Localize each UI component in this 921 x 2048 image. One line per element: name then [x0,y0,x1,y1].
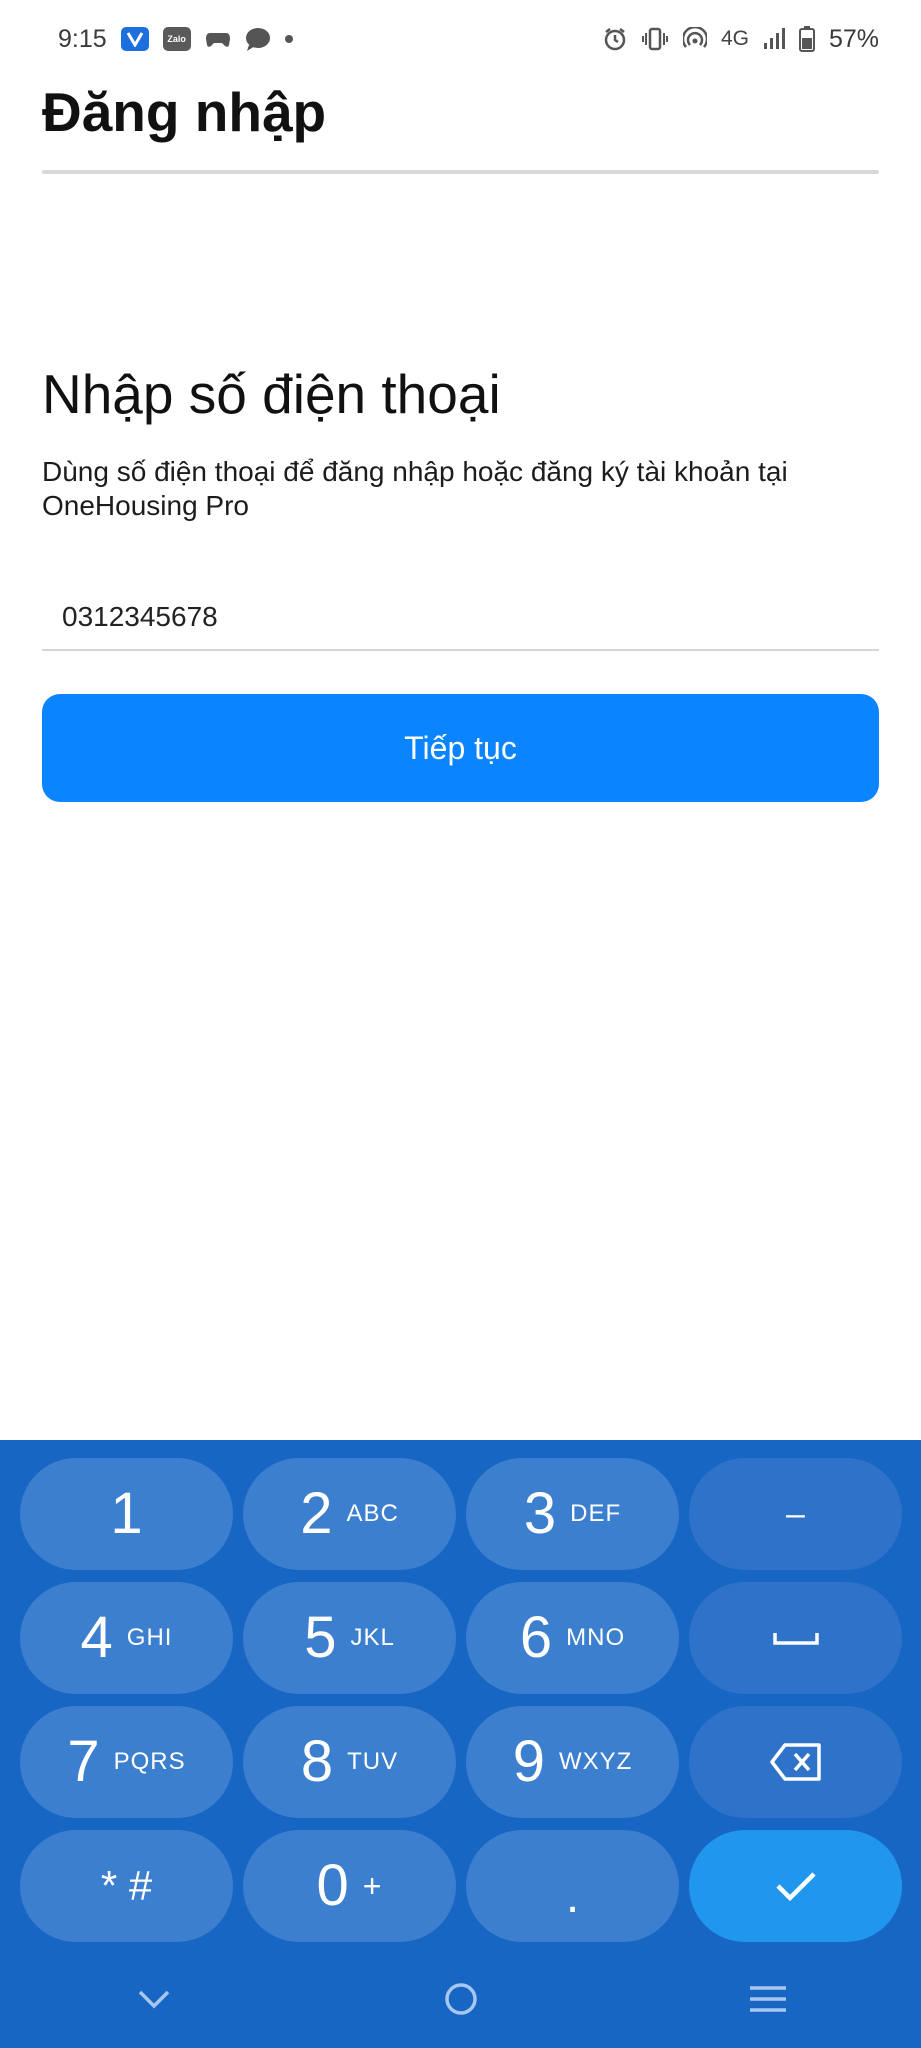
continue-button[interactable]: Tiếp tục [42,694,879,802]
key-3[interactable]: 3 DEF [466,1458,679,1570]
key-1[interactable]: 1 [20,1458,233,1570]
key-letters: JKL [350,1624,395,1651]
hotspot-icon [682,27,707,51]
system-nav-bar [0,1950,921,2048]
key-digit: 2 [300,1481,333,1546]
nav-recents-button[interactable] [728,1969,808,2029]
vibrate-icon [641,27,669,51]
key-digit: 3 [523,1481,557,1546]
key-digit: 0 [316,1853,349,1918]
key-0[interactable]: 0 + [243,1830,456,1942]
key-digit: 4 [80,1605,113,1670]
key-period[interactable]: . [466,1830,679,1942]
key-letters: DEF [570,1500,622,1527]
section-title: Nhập số điện thoại [42,363,501,425]
messages-icon [245,27,271,51]
key-letters: GHI [126,1624,173,1651]
key-9[interactable]: 9 WXYZ [466,1706,679,1818]
alarm-icon [603,27,627,51]
key-8[interactable]: 8 TUV [243,1706,456,1818]
zalo-icon: Zalo [162,27,191,51]
description-text: Dùng số điện thoại để đăng nhập hoặc đăn… [42,456,788,521]
space-icon [772,1633,819,1645]
key-star-hash[interactable]: * # [20,1830,233,1942]
game-controller-icon [205,29,231,49]
network-type: 4G [720,27,749,50]
key-2[interactable]: 2 ABC [243,1458,456,1570]
checkmark-icon [775,1872,816,1902]
key-period-glyph: . [565,1870,580,1923]
status-bar-right: 4G 57% [603,25,879,54]
key-symbols: * # [100,1862,153,1909]
key-letters: ABC [346,1500,399,1527]
key-letters: + [362,1867,383,1904]
key-digit: 6 [519,1605,553,1670]
key-letters: WXYZ [558,1748,633,1775]
backspace-icon [769,1743,821,1781]
key-7[interactable]: 7 PQRS [20,1706,233,1818]
key-digit: 8 [300,1729,334,1794]
dot-icon [284,35,293,43]
nav-home-button[interactable] [421,1969,501,2029]
battery-percent: 57% [828,24,879,53]
battery-icon [798,26,815,52]
home-circle-icon [444,1983,477,2015]
key-digit: 5 [304,1605,337,1670]
key-digit: 7 [67,1729,100,1794]
vietcombank-icon [120,27,149,51]
phone-number-input[interactable] [42,585,879,651]
header-divider [42,170,879,174]
done-key[interactable] [689,1830,902,1942]
menu-icon [749,1986,786,2012]
key-minus[interactable]: – [689,1458,902,1570]
status-time: 9:15 [58,24,107,53]
key-space[interactable] [689,1582,902,1694]
key-letters: TUV [347,1748,399,1775]
chevron-down-icon [138,1990,169,2009]
page-title: Đăng nhập [42,81,327,143]
status-bar: 9:15 Zalo 4G 57% [0,0,921,78]
key-backspace[interactable] [689,1706,902,1818]
key-letters: PQRS [113,1748,186,1775]
status-bar-left: 9:15 Zalo [58,25,293,54]
key-6[interactable]: 6 MNO [466,1582,679,1694]
key-digit: 9 [512,1729,545,1794]
signal-icon [763,27,785,51]
minus-icon: – [786,1495,805,1533]
nav-back-button[interactable] [114,1969,194,2029]
key-5[interactable]: 5 JKL [243,1582,456,1694]
key-4[interactable]: 4 GHI [20,1582,233,1694]
key-letters: MNO [566,1624,626,1651]
key-digit: 1 [110,1481,143,1546]
